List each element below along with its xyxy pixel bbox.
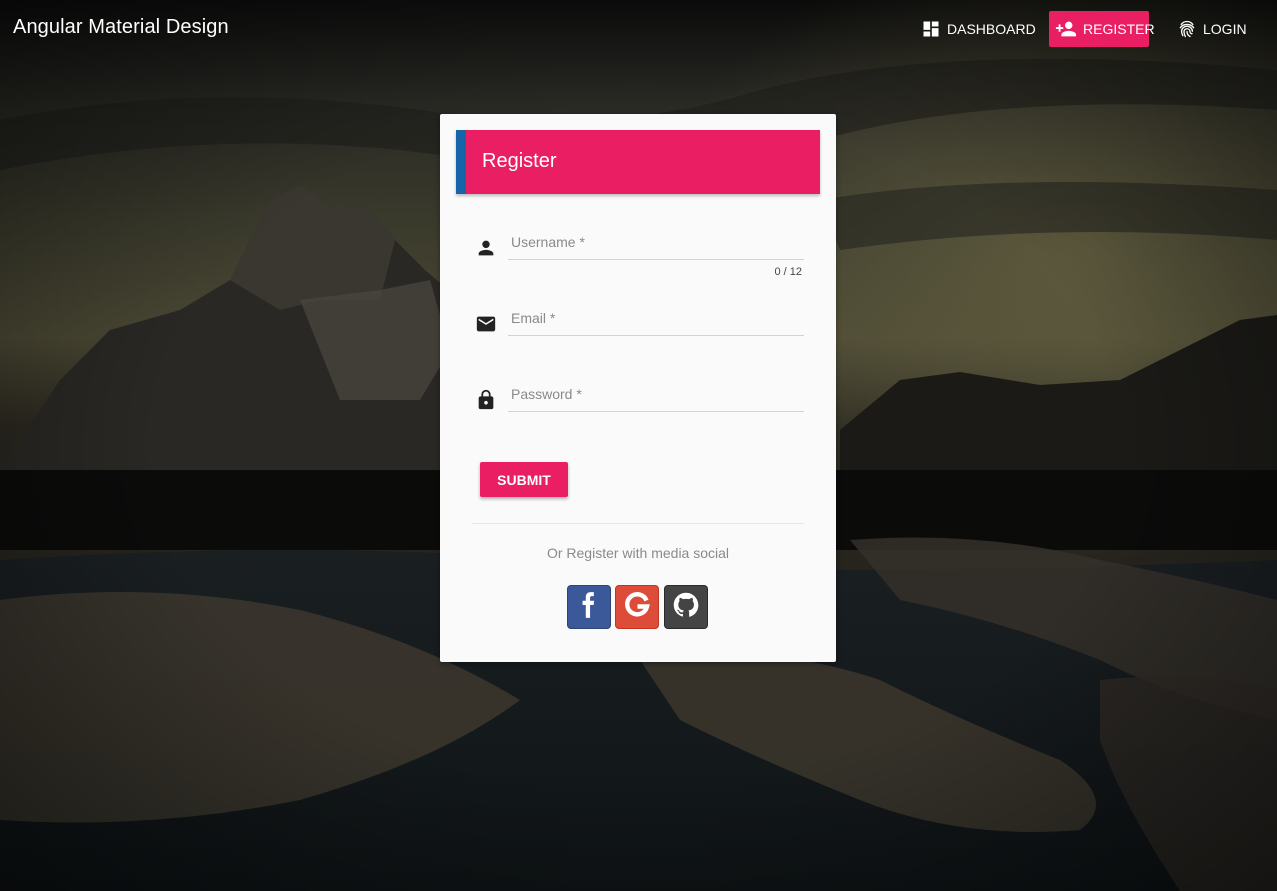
email-label: Email *	[511, 310, 556, 326]
google-button[interactable]	[615, 585, 659, 629]
email-underline	[508, 335, 804, 336]
password-underline	[508, 411, 804, 412]
card-title: Register	[482, 150, 557, 172]
google-icon	[622, 590, 652, 625]
username-field: Username * 0 / 12	[472, 230, 804, 284]
card-header: Register	[456, 130, 820, 194]
nav-dashboard-button[interactable]: DASHBOARD	[921, 11, 1036, 47]
page: Angular Material Design DASHBOARD REGIST…	[0, 0, 1277, 891]
lock-icon	[475, 389, 497, 411]
username-char-counter: 0 / 12	[774, 266, 802, 278]
dashboard-icon	[921, 19, 941, 39]
nav-dashboard-label: DASHBOARD	[947, 21, 1036, 37]
facebook-icon	[576, 590, 602, 625]
password-field: Password *	[472, 382, 804, 436]
username-underline	[508, 259, 804, 260]
divider	[472, 523, 804, 524]
password-label: Password *	[511, 386, 582, 402]
email-field: Email *	[472, 306, 804, 360]
person-add-icon	[1055, 18, 1077, 40]
person-icon	[475, 237, 497, 259]
top-toolbar: Angular Material Design DASHBOARD REGIST…	[0, 0, 1277, 58]
mail-icon	[475, 313, 497, 335]
facebook-button[interactable]	[567, 585, 611, 629]
username-label: Username *	[511, 234, 585, 250]
nav-login-button[interactable]: LOGIN	[1177, 11, 1247, 47]
github-icon	[672, 591, 700, 624]
fingerprint-icon	[1177, 19, 1197, 39]
register-card: Register Username * 0 / 12 Email * Passw…	[440, 114, 836, 662]
github-button[interactable]	[664, 585, 708, 629]
nav-register-label: REGISTER	[1083, 21, 1155, 37]
social-register-text: Or Register with media social	[546, 545, 730, 561]
nav-login-label: LOGIN	[1203, 21, 1247, 37]
nav-register-button[interactable]: REGISTER	[1049, 11, 1155, 47]
app-title: Angular Material Design	[13, 16, 229, 38]
submit-button[interactable]: SUBMIT	[480, 462, 568, 497]
